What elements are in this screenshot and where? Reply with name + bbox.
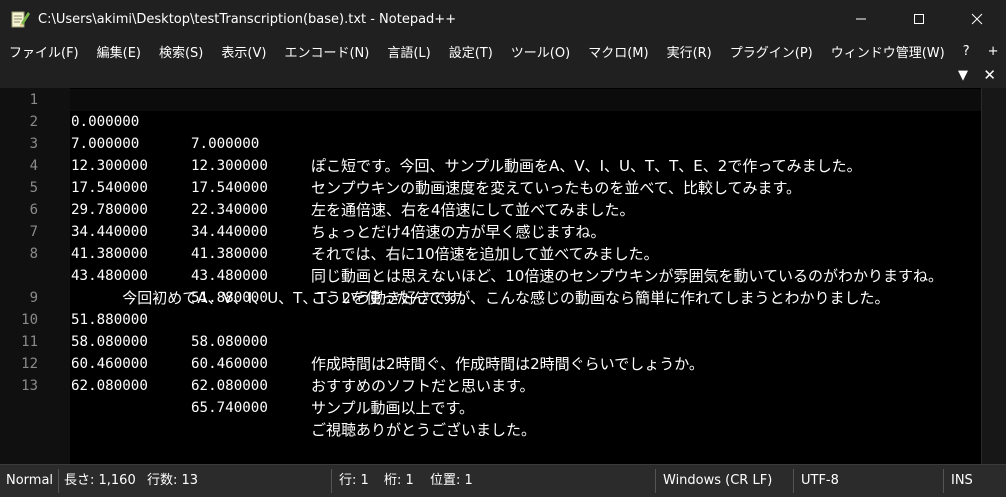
transcript-text: ご視聴ありがとうございました。 <box>311 421 537 439</box>
status-bar: Normal 長さ: 1,160 行数: 13 行: 1 桁: 1 位置: 1 … <box>0 464 1006 497</box>
line-number: 12 <box>21 356 38 372</box>
text-line: 41.380000 43.480000 こういう動き好きです。 <box>71 221 475 307</box>
text-line: 62.080000 65.740000 ご視聴ありがとうございました。 <box>71 353 536 439</box>
menu-file[interactable]: ファイル(F) <box>0 42 88 61</box>
status-mode: Normal <box>6 473 54 488</box>
menu-bar: ファイル(F) 編集(E) 検索(S) 表示(V) エンコード(N) 言語(L)… <box>0 38 1006 64</box>
transcript-text: サンプル動画以上です。 <box>311 399 475 417</box>
end-time: 17.540000 <box>191 180 268 196</box>
status-divider <box>943 469 944 493</box>
text-line: 34.440000 41.380000 同じ動画とは思えないほど、10倍速のセン… <box>71 199 943 285</box>
menu-tools[interactable]: ツール(O) <box>502 42 579 61</box>
wrapped-text-line: 今回初めてA、V、I、U、T、T、2を使ったんですが、こんな感じの動画なら簡単に… <box>71 265 889 307</box>
line-number: 2 <box>29 114 38 130</box>
text-line: 60.460000 62.080000 サンプル動画以上です。 <box>71 331 474 417</box>
end-time: 65.740000 <box>191 400 268 416</box>
current-line-highlight <box>70 89 982 111</box>
maximize-button[interactable] <box>890 0 948 38</box>
end-time: 60.460000 <box>191 356 268 372</box>
transcript-text: ぽこ短です。今回、サンプル動画をA、V、I、U、T、T、E、2で作ってみました。 <box>311 157 862 175</box>
minimize-icon <box>856 18 866 20</box>
text-line: 58.080000 60.460000 おすすめのソフトだと思います。 <box>71 309 535 395</box>
line-number: 1 <box>29 92 38 108</box>
end-time: 41.380000 <box>191 246 268 262</box>
line-number: 9 <box>29 290 38 306</box>
text-line: 17.540000 22.340000 ちょっとだけ4倍速の方が早く感じますね。 <box>71 155 606 241</box>
end-time: 34.440000 <box>191 224 268 240</box>
tab-list-dropdown-icon[interactable]: ▼ <box>958 68 968 83</box>
close-icon <box>971 13 983 25</box>
menu-encoding[interactable]: エンコード(N) <box>275 42 378 61</box>
notepadpp-icon <box>10 9 30 29</box>
vertical-scrollbar[interactable] <box>981 88 1006 464</box>
menu-search[interactable]: 検索(S) <box>150 42 212 61</box>
maximize-icon <box>914 14 924 24</box>
end-time: 62.080000 <box>191 378 268 394</box>
transcript-text: おすすめのソフトだと思います。 <box>311 377 535 395</box>
tab-strip: ▼ ✕ <box>0 64 1006 88</box>
line-number: 13 <box>21 378 38 394</box>
status-eol[interactable]: Windows (CR LF) <box>663 465 772 497</box>
menu-window[interactable]: ウィンドウ管理(W) <box>822 42 954 61</box>
close-button[interactable] <box>948 0 1006 38</box>
menu-help[interactable]: ? <box>954 44 979 59</box>
line-number: 3 <box>29 136 38 152</box>
line-number: 4 <box>29 158 38 174</box>
line-number: 6 <box>29 202 38 218</box>
line-number: 5 <box>29 180 38 196</box>
status-column: 桁: 1 <box>384 473 414 488</box>
status-divider <box>58 469 59 493</box>
status-divider <box>655 469 656 493</box>
transcript-text: ちょっとだけ4倍速の方が早く感じますね。 <box>311 223 606 241</box>
transcript-text: 左を通倍速、右を4倍速にして並べてみました。 <box>311 201 635 219</box>
text-line: 12.300000 17.540000 左を通倍速、右を4倍速にして並べてみまし… <box>71 133 635 219</box>
end-time: 22.340000 <box>191 202 268 218</box>
minimize-button[interactable] <box>832 0 890 38</box>
line-number: 10 <box>21 312 38 328</box>
status-position: 位置: 1 <box>430 473 473 488</box>
menu-add[interactable]: + <box>979 44 1006 59</box>
close-tab-icon[interactable]: ✕ <box>983 66 996 84</box>
editor[interactable]: 1 2 3 4 5 6 7 8 9 10 11 12 13 0.000000 7… <box>0 88 1006 464</box>
status-insert-mode[interactable]: INS <box>951 465 973 497</box>
status-encoding[interactable]: UTF-8 <box>801 465 839 497</box>
end-time: 7.000000 <box>191 136 260 152</box>
status-line: 行: 1 <box>339 473 369 488</box>
status-line-count: 行数: 13 <box>147 473 199 488</box>
end-time: 12.300000 <box>191 158 268 174</box>
menu-edit[interactable]: 編集(E) <box>88 42 150 61</box>
text-area[interactable]: 0.000000 7.000000 ぽこ短です。今回、サンプル動画をA、V、I、… <box>70 88 982 464</box>
menu-settings[interactable]: 設定(T) <box>440 42 502 61</box>
menu-view[interactable]: 表示(V) <box>212 42 275 61</box>
text-line: 43.480000 51.880000 <box>71 243 268 306</box>
menu-plugins[interactable]: プラグイン(P) <box>721 42 822 61</box>
line-number: 11 <box>21 334 38 350</box>
title-bar: C:\Users\akimi\Desktop\testTranscription… <box>0 0 1006 38</box>
menu-macro[interactable]: マクロ(M) <box>579 42 657 61</box>
menu-run[interactable]: 実行(R) <box>658 42 721 61</box>
start-time: 62.080000 <box>71 378 148 394</box>
status-divider <box>331 469 332 493</box>
window-title: C:\Users\akimi\Desktop\testTranscription… <box>38 11 457 27</box>
menu-language[interactable]: 言語(L) <box>378 42 439 61</box>
line-number: 8 <box>29 246 38 262</box>
text-line: 7.000000 12.300000 センプウキンの動画速度を変えていったものを… <box>71 111 801 197</box>
text-line: 51.880000 58.080000 作成時間は2時間ぐ、作成時間は2時間ぐら… <box>71 287 704 373</box>
line-number: 7 <box>29 224 38 240</box>
transcript-text: 作成時間は2時間ぐ、作成時間は2時間ぐらいでしょうか。 <box>311 355 704 373</box>
transcript-text: それでは、右に10倍速を追加して並べてみました。 <box>311 245 659 263</box>
text-line: 29.780000 34.440000 それでは、右に10倍速を追加して並べてみ… <box>71 177 659 263</box>
end-time: 58.080000 <box>191 334 268 350</box>
status-length: 長さ: 1,160 <box>64 473 136 488</box>
text-line: 0.000000 7.000000 ぽこ短です。今回、サンプル動画をA、V、I、… <box>71 89 862 175</box>
status-divider <box>793 469 794 493</box>
transcript-text: センプウキンの動画速度を変えていったものを並べて、比較してみます。 <box>311 179 802 197</box>
transcript-text: 今回初めてA、V、I、U、T、T、2を使ったんですが、こんな感じの動画なら簡単に… <box>122 289 890 307</box>
line-number-gutter: 1 2 3 4 5 6 7 8 9 10 11 12 13 <box>0 88 70 464</box>
